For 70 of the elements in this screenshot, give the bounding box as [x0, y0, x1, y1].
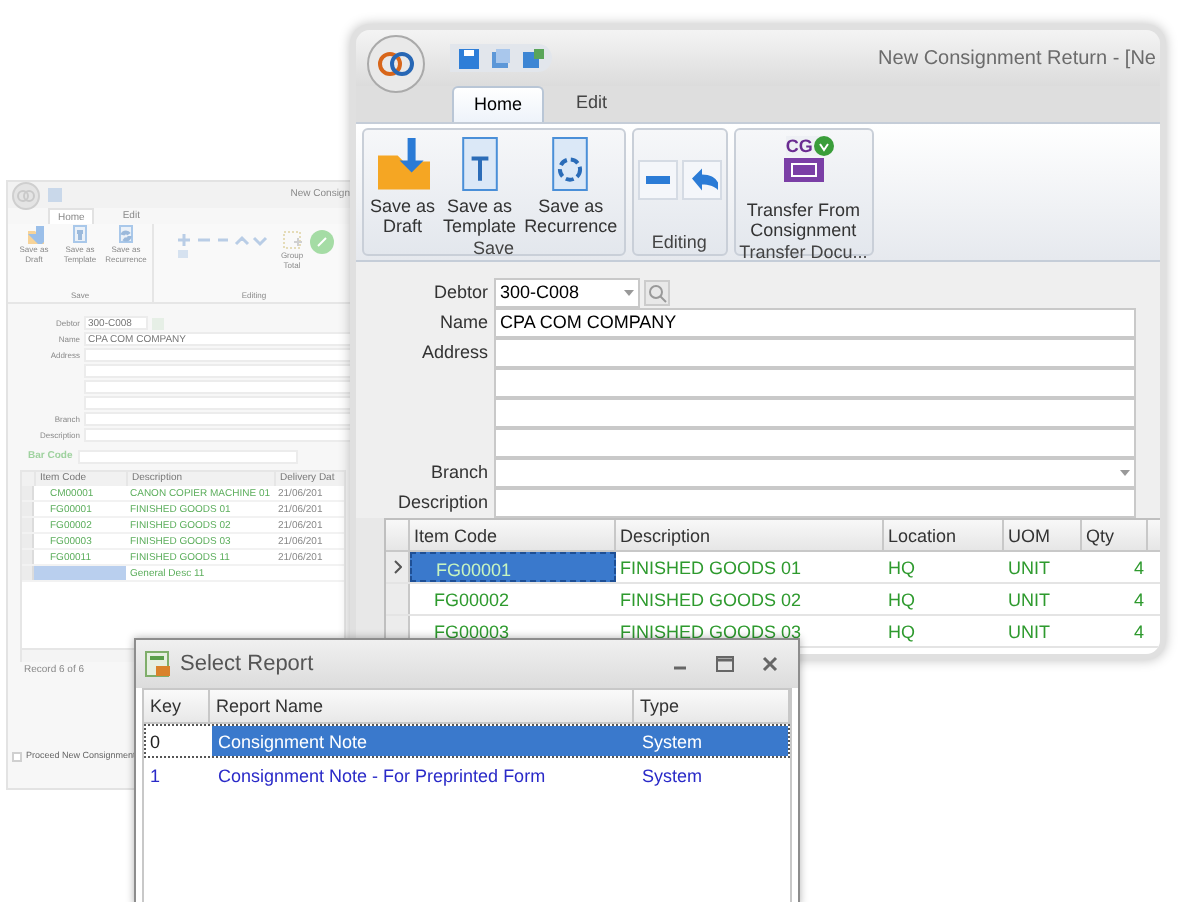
- table-cell-text: UNIT: [1006, 620, 1052, 646]
- table-cell-text: FINISHED GOODS 02: [618, 588, 804, 614]
- input-field[interactable]: [494, 488, 1136, 518]
- field-label: Address: [421, 339, 488, 366]
- row-pointer-icon: [393, 560, 401, 574]
- document-t-icon: [70, 224, 90, 244]
- input-field[interactable]: [494, 458, 1136, 488]
- field-label: Debtor: [433, 279, 488, 306]
- column-header: Location: [884, 520, 1004, 550]
- close-icon[interactable]: [762, 656, 778, 672]
- report-row[interactable]: 0 Consignment Note System: [144, 724, 790, 758]
- group-label: Save: [473, 236, 515, 260]
- ribbon-button[interactable]: Save as Recurrence: [522, 130, 620, 236]
- table-cell-text: FG00003: [432, 620, 512, 646]
- dropdown-arrow-icon: [1120, 470, 1130, 476]
- table-cell-text: HQ: [886, 556, 917, 582]
- column-header: Description: [616, 520, 884, 550]
- folder-download-icon: [374, 136, 431, 192]
- table-cell-text: HQ: [886, 620, 917, 646]
- table-cell-text: UNIT: [1006, 556, 1052, 582]
- input-field[interactable]: [494, 428, 1136, 458]
- column-header: Item Code: [410, 520, 616, 550]
- table-cell-text: 4: [1131, 556, 1146, 582]
- ribbon-button[interactable]: [637, 160, 678, 200]
- ribbon-button[interactable]: CG Transfer From Consignment: [744, 130, 863, 240]
- ribbon-tab[interactable]: Home: [452, 86, 545, 122]
- percent-circle-icon: [309, 230, 334, 254]
- table-cell-text: UNIT: [1006, 588, 1052, 614]
- table-cell-text: 4: [1131, 620, 1146, 646]
- plus-box-icon: [282, 230, 302, 250]
- ribbon-tab[interactable]: Edit: [556, 86, 628, 122]
- report-icon: [144, 650, 172, 678]
- table-cell-text: 4: [1131, 588, 1146, 614]
- lookup-icon: [644, 280, 670, 306]
- input-field[interactable]: CPA COM COMPANY: [494, 308, 1136, 338]
- column-header: Report Name: [210, 690, 634, 722]
- table-cell-text: FG00002: [432, 588, 512, 614]
- report-row[interactable]: 1 Consignment Note - For Preprinted Form System: [144, 758, 790, 792]
- dropdown-arrow-icon: [624, 290, 634, 296]
- column-header: Qty: [1082, 520, 1148, 550]
- checkbox[interactable]: [12, 751, 22, 762]
- ribbon-button[interactable]: Save as Draft: [368, 130, 438, 236]
- row-header[interactable]: [386, 552, 410, 582]
- table-cell-text: FINISHED GOODS 01: [618, 556, 804, 582]
- table-cell-text: FINISHED GOODS 03: [618, 620, 804, 646]
- column-header: UOM: [1004, 520, 1082, 550]
- column-header: Type: [634, 690, 790, 722]
- ribbon-button[interactable]: [681, 160, 722, 200]
- table-cell-text: HQ: [886, 588, 917, 614]
- field-label: Branch: [430, 459, 488, 486]
- maximize-icon[interactable]: [716, 656, 734, 672]
- column-header: Key: [144, 690, 210, 722]
- group-label: Transfer Docu...: [739, 240, 868, 264]
- save-copy-icon: [490, 47, 512, 69]
- input-field[interactable]: 300-C008: [494, 278, 640, 308]
- ribbon-button[interactable]: Save as Template: [441, 130, 519, 236]
- input-field[interactable]: [494, 398, 1136, 428]
- table-cell: FG00001: [410, 552, 616, 582]
- save-icon: [48, 188, 62, 202]
- group-label: Editing: [651, 230, 707, 254]
- save-new-icon: [522, 47, 544, 69]
- field-label: Name: [439, 309, 488, 336]
- field-label: Description: [397, 489, 488, 516]
- input-field[interactable]: [494, 368, 1136, 398]
- document-cycle-icon: [116, 224, 136, 244]
- folder-download-icon: [24, 224, 44, 244]
- window-title: New Consignment Return - [Ne: [878, 45, 1158, 73]
- dialog-title: Select Report: [180, 649, 314, 680]
- save-icon: [458, 47, 480, 69]
- input-field[interactable]: [494, 338, 1136, 368]
